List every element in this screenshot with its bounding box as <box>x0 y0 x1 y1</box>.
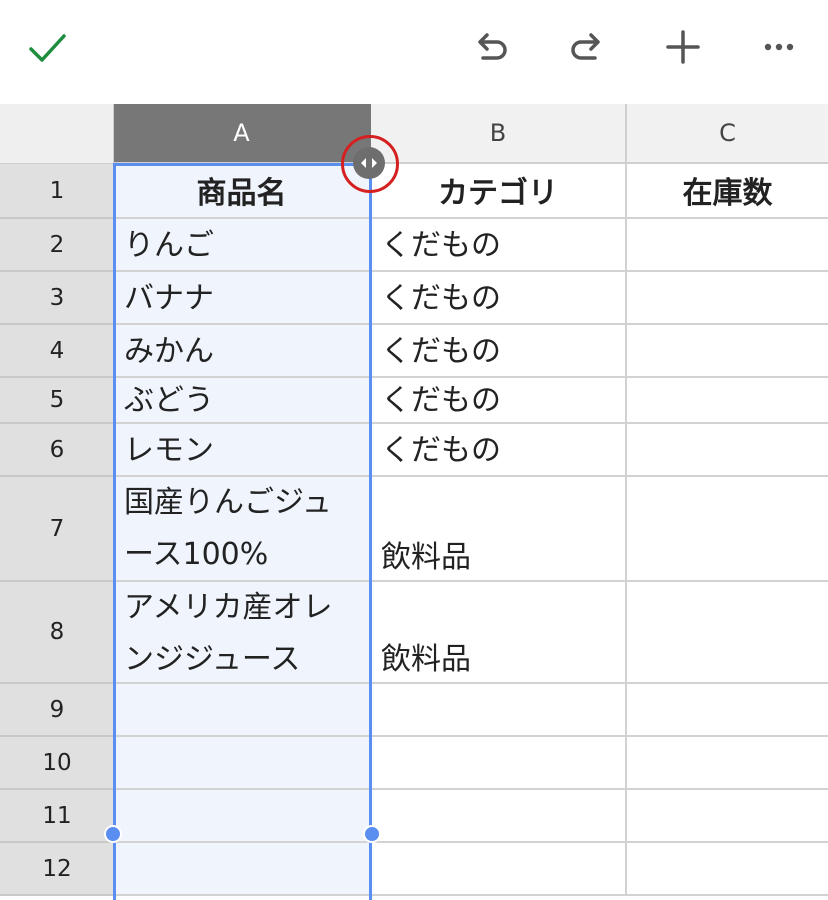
cell-text: みかん <box>124 334 214 369</box>
cell-c2[interactable] <box>627 219 828 272</box>
plus-icon[interactable] <box>658 22 708 72</box>
cell-a9[interactable] <box>114 684 371 737</box>
row-header[interactable]: 10 <box>0 737 114 790</box>
cell-text: 飲料品 <box>381 642 471 677</box>
cell-b8[interactable]: 飲料品 <box>371 582 627 684</box>
cell-text: 在庫数 <box>682 176 773 211</box>
cell-text: くだもの <box>381 383 501 418</box>
cell-c3[interactable] <box>627 272 828 325</box>
row-header[interactable]: 9 <box>0 684 114 737</box>
row-header[interactable]: 1 <box>0 164 114 219</box>
cell-c11[interactable] <box>627 790 828 843</box>
cell-b2[interactable]: くだもの <box>371 219 627 272</box>
cell-text: バナナ <box>124 281 214 316</box>
cell-b12[interactable] <box>371 843 627 896</box>
cell-a3[interactable]: バナナ <box>114 272 371 325</box>
cell-a1[interactable]: 商品名 <box>114 164 371 219</box>
cell-a10[interactable] <box>114 737 371 790</box>
cell-text: 飲料品 <box>381 540 471 575</box>
toolbar <box>0 0 828 104</box>
cell-a6[interactable]: レモン <box>114 424 371 477</box>
row-header[interactable]: 11 <box>0 790 114 843</box>
row-header[interactable]: 4 <box>0 325 114 378</box>
cell-a4[interactable]: みかん <box>114 325 371 378</box>
cell-c5[interactable] <box>627 378 828 424</box>
cell-c7[interactable] <box>627 477 828 582</box>
cell-text: カテゴリ <box>438 176 558 211</box>
cell-b5[interactable]: くだもの <box>371 378 627 424</box>
column-header-c[interactable]: C <box>627 104 828 164</box>
column-resize-handle[interactable] <box>353 147 385 179</box>
cell-b10[interactable] <box>371 737 627 790</box>
cell-text: くだもの <box>381 228 501 263</box>
row-header[interactable]: 8 <box>0 582 114 684</box>
cell-b6[interactable]: くだもの <box>371 424 627 477</box>
column-header-b[interactable]: B <box>371 104 627 164</box>
cell-b11[interactable] <box>371 790 627 843</box>
cell-a11[interactable] <box>114 790 371 843</box>
cell-a12[interactable] <box>114 843 371 896</box>
cell-text: ぶどう <box>124 383 214 418</box>
cell-text: 商品名 <box>196 176 287 211</box>
more-icon[interactable] <box>754 22 804 72</box>
cell-text: レモン <box>124 433 214 468</box>
cell-b7[interactable]: 飲料品 <box>371 477 627 582</box>
cell-text-line: 国産りんごジュ <box>124 485 332 520</box>
spreadsheet-grid: A B C 1 商品名 カテゴリ 在庫数 2 りんご くだもの 3 バナナ くだもの 4 みかん くだも… <box>0 104 828 900</box>
cell-b4[interactable]: くだもの <box>371 325 627 378</box>
cell-c4[interactable] <box>627 325 828 378</box>
check-icon[interactable] <box>22 22 72 72</box>
select-all-corner[interactable] <box>0 104 114 164</box>
selection-handle-end[interactable] <box>363 825 381 843</box>
resize-arrows-icon <box>361 158 377 168</box>
cell-b9[interactable] <box>371 684 627 737</box>
cell-text: りんご <box>124 228 214 263</box>
cell-c6[interactable] <box>627 424 828 477</box>
row-header[interactable]: 6 <box>0 424 114 477</box>
cell-a5[interactable]: ぶどう <box>114 378 371 424</box>
cell-text: くだもの <box>381 334 501 369</box>
row-header[interactable]: 5 <box>0 378 114 424</box>
cell-text-line: ース100% <box>124 537 269 572</box>
redo-icon[interactable] <box>562 22 612 72</box>
cell-c1[interactable]: 在庫数 <box>627 164 828 219</box>
cell-c12[interactable] <box>627 843 828 896</box>
cell-text-line: ンジジュース <box>124 642 301 677</box>
cell-b3[interactable]: くだもの <box>371 272 627 325</box>
selection-handle-start[interactable] <box>104 825 122 843</box>
cell-c10[interactable] <box>627 737 828 790</box>
cell-a2[interactable]: りんご <box>114 219 371 272</box>
cell-a7[interactable]: 国産りんごジュ ース100% <box>114 477 371 582</box>
row-header[interactable]: 2 <box>0 219 114 272</box>
row-header[interactable]: 3 <box>0 272 114 325</box>
cell-text-line: アメリカ産オレ <box>124 590 333 625</box>
row-header[interactable]: 7 <box>0 477 114 582</box>
undo-icon[interactable] <box>466 22 516 72</box>
cell-c9[interactable] <box>627 684 828 737</box>
cell-a8[interactable]: アメリカ産オレ ンジジュース <box>114 582 371 684</box>
cell-text: くだもの <box>381 433 501 468</box>
cell-b1[interactable]: カテゴリ <box>371 164 627 219</box>
row-header[interactable]: 12 <box>0 843 114 896</box>
column-header-a[interactable]: A <box>114 104 371 164</box>
cell-text: くだもの <box>381 281 501 316</box>
cell-c8[interactable] <box>627 582 828 684</box>
